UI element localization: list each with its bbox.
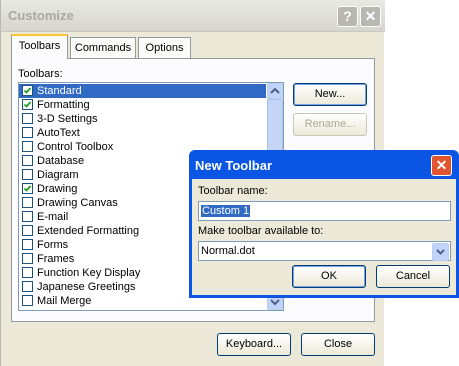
available-to-select[interactable]: Normal.dot <box>198 241 451 261</box>
close-button[interactable]: Close <box>301 333 375 356</box>
chevron-down-icon <box>436 249 445 255</box>
toolbar-item-label: Japanese Greetings <box>37 281 136 293</box>
toolbar-name-input[interactable]: Custom 1 <box>198 201 451 221</box>
toolbar-item-label: E-mail <box>37 211 69 223</box>
cancel-button[interactable]: Cancel <box>376 265 450 288</box>
help-icon: ? <box>343 8 352 24</box>
toolbar-checkbox[interactable] <box>22 239 33 250</box>
toolbar-item-label: Control Toolbox <box>37 141 114 153</box>
toolbar-item-label: Mail Merge <box>37 295 92 307</box>
toolbar-item-label: AutoText <box>37 127 80 139</box>
toolbar-checkbox[interactable] <box>22 253 33 264</box>
scroll-up-button[interactable] <box>267 83 283 99</box>
toolbar-checkbox[interactable] <box>22 197 33 208</box>
window-title: Customize <box>8 8 74 23</box>
new-toolbar-button[interactable]: New... <box>293 83 367 106</box>
toolbar-item-label: Function Key Display <box>37 267 141 279</box>
customize-titlebar[interactable]: Customize ? ✕ <box>1 0 385 32</box>
toolbar-name-label: Toolbar name: <box>198 185 268 197</box>
toolbar-checkbox[interactable] <box>22 281 33 292</box>
dialog-title: New Toolbar <box>195 158 273 173</box>
toolbar-checkbox[interactable] <box>22 141 33 152</box>
toolbar-checkbox[interactable] <box>22 225 33 236</box>
toolbar-checkbox[interactable] <box>22 267 33 278</box>
rename-button[interactable]: Rename... <box>293 113 367 136</box>
toolbar-item-label: Standard <box>37 85 82 97</box>
window-close-button[interactable]: ✕ <box>360 6 381 27</box>
toolbar-item-label: Frames <box>37 253 75 265</box>
toolbar-checkbox[interactable] <box>22 211 33 222</box>
available-to-label: Make toolbar available to: <box>198 225 324 237</box>
toolbar-checkbox[interactable] <box>22 99 33 110</box>
checkmark-icon <box>23 101 32 108</box>
toolbar-checkbox[interactable] <box>22 85 33 96</box>
toolbar-checkbox[interactable] <box>22 169 33 180</box>
help-button[interactable]: ? <box>337 6 358 27</box>
toolbar-item-label: Formatting <box>37 99 90 111</box>
toolbar-item-label: Database <box>37 155 85 167</box>
toolbar-checkbox[interactable] <box>22 183 33 194</box>
close-icon: ✕ <box>435 157 448 173</box>
toolbar-item-label: Forms <box>37 239 69 251</box>
toolbar-checkbox[interactable] <box>22 127 33 138</box>
checkmark-icon <box>23 185 32 192</box>
chevron-up-icon <box>270 87 280 94</box>
new-toolbar-dialog: New Toolbar ✕ Toolbar name: Custom 1 Mak… <box>189 150 459 298</box>
tab-options[interactable]: Options <box>138 37 191 58</box>
scroll-thumb[interactable] <box>267 99 283 151</box>
toolbars-list-label: Toolbars: <box>18 68 63 80</box>
toolbar-item-label: Extended Formatting <box>37 225 140 237</box>
toolbar-checkbox[interactable] <box>22 155 33 166</box>
toolbar-list-item[interactable]: 3-D Settings <box>19 112 266 126</box>
dropdown-button[interactable] <box>432 243 449 261</box>
checkmark-icon <box>23 87 32 94</box>
toolbar-item-label: Drawing Canvas <box>37 197 118 209</box>
toolbar-checkbox[interactable] <box>22 113 33 124</box>
toolbar-item-label: Diagram <box>37 169 79 181</box>
toolbar-item-label: 3-D Settings <box>37 113 98 125</box>
tab-commands[interactable]: Commands <box>70 37 136 58</box>
dialog-body: Toolbar name: Custom 1 Make toolbar avai… <box>192 179 456 295</box>
toolbar-item-label: Drawing <box>37 183 78 195</box>
tab-toolbars[interactable]: Toolbars <box>11 34 68 59</box>
ok-button[interactable]: OK <box>292 265 366 288</box>
toolbar-list-item[interactable]: Standard <box>19 84 266 98</box>
dialog-close-button[interactable]: ✕ <box>431 155 452 176</box>
toolbar-checkbox[interactable] <box>22 295 33 306</box>
keyboard-button[interactable]: Keyboard... <box>217 333 291 356</box>
toolbar-list-item[interactable]: Formatting <box>19 98 266 112</box>
toolbar-list-item[interactable]: AutoText <box>19 126 266 140</box>
close-icon: ✕ <box>364 8 377 24</box>
